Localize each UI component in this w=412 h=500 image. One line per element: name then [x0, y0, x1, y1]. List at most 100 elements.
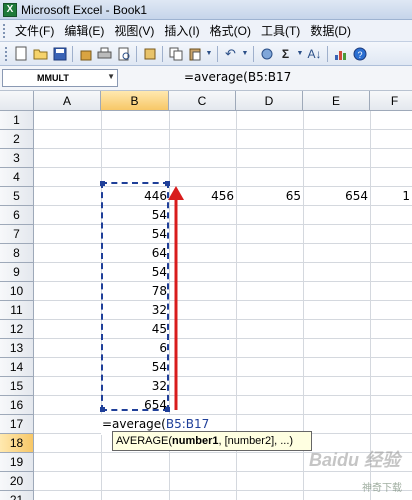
gridline — [34, 490, 412, 491]
toolbar-separator — [253, 45, 254, 62]
column-header-c[interactable]: C — [169, 91, 236, 111]
menu-grip[interactable] — [3, 23, 7, 38]
row-header-13[interactable]: 13 — [0, 339, 34, 358]
svg-text:?: ? — [357, 50, 362, 60]
gridline — [34, 300, 412, 301]
chevron-down-icon[interactable]: ▼ — [205, 45, 213, 62]
row-header-17[interactable]: 17 — [0, 415, 34, 434]
open-icon[interactable] — [32, 45, 49, 62]
gridline — [34, 167, 412, 168]
sort-icon[interactable]: A↓ — [306, 45, 323, 62]
row-header-3[interactable]: 3 — [0, 149, 34, 168]
chevron-down-icon[interactable]: ▼ — [107, 72, 115, 81]
tooltip-function[interactable]: AVERAGE( — [116, 435, 172, 447]
menu-tools[interactable]: 工具(T) — [256, 22, 305, 39]
row-header-2[interactable]: 2 — [0, 130, 34, 149]
menu-format[interactable]: 格式(O) — [205, 22, 256, 39]
menu-bar: 文件(F) 编辑(E) 视图(V) 插入(I) 格式(O) 工具(T) 数据(D… — [0, 20, 412, 42]
menu-view[interactable]: 视图(V) — [109, 22, 159, 39]
column-header-d[interactable]: D — [236, 91, 303, 111]
standard-toolbar: ▼ ↶ ▼ Σ ▼ A↓ ? — [0, 42, 412, 66]
menu-file[interactable]: 文件(F) — [10, 22, 59, 39]
row-header-15[interactable]: 15 — [0, 377, 34, 396]
editor-formula-prefix: =average( — [102, 417, 166, 431]
row-header-14[interactable]: 14 — [0, 358, 34, 377]
permission-icon[interactable] — [77, 45, 94, 62]
toolbar-grip[interactable] — [5, 46, 9, 61]
annotation-arrow-icon — [168, 186, 184, 410]
row-header-19[interactable]: 19 — [0, 453, 34, 472]
row-header-6[interactable]: 6 — [0, 206, 34, 225]
chevron-down-icon[interactable]: ▼ — [241, 45, 249, 62]
autosum-icon[interactable]: Σ — [277, 45, 294, 62]
print-preview-icon[interactable] — [115, 45, 132, 62]
research-icon[interactable] — [141, 45, 158, 62]
row-header-8[interactable]: 8 — [0, 244, 34, 263]
select-all-corner[interactable] — [0, 91, 34, 111]
gridline — [34, 319, 412, 320]
toolbar-separator — [162, 45, 163, 62]
autosum-label: Σ — [281, 46, 290, 61]
help-icon[interactable]: ? — [351, 45, 368, 62]
row-header-10[interactable]: 10 — [0, 282, 34, 301]
row-header-4[interactable]: 4 — [0, 168, 34, 187]
chevron-down-icon[interactable]: ▼ — [296, 45, 304, 62]
save-icon[interactable] — [51, 45, 68, 62]
row-header-12[interactable]: 12 — [0, 320, 34, 339]
row-header-9[interactable]: 9 — [0, 263, 34, 282]
row-header-11[interactable]: 11 — [0, 301, 34, 320]
formula-input[interactable]: =average(B5:B17 — [184, 69, 412, 87]
column-header-a[interactable]: A — [34, 91, 101, 111]
cell-f5[interactable]: 1 — [370, 187, 412, 206]
row-header-18[interactable]: 18 — [0, 434, 34, 453]
toolbar-separator — [217, 45, 218, 62]
excel-icon: X — [3, 2, 17, 17]
gridline — [34, 338, 412, 339]
row-header-5[interactable]: 5 — [0, 187, 34, 206]
column-header-b[interactable]: B — [101, 91, 169, 111]
toolbar-separator — [72, 45, 73, 62]
gridline — [34, 376, 412, 377]
row-header-1[interactable]: 1 — [0, 111, 34, 130]
range-selection-marquee — [100, 181, 170, 412]
selection-handle[interactable] — [100, 407, 105, 412]
undo-icon[interactable]: ↶ — [222, 45, 239, 62]
name-box-value: MMULT — [37, 73, 69, 83]
fx-icon[interactable] — [124, 70, 150, 86]
gridline — [34, 414, 412, 415]
name-box[interactable]: MMULT ▼ — [2, 69, 118, 87]
paste-icon[interactable] — [186, 45, 203, 62]
gridline — [34, 129, 412, 130]
gridline — [34, 148, 412, 149]
print-icon[interactable] — [96, 45, 113, 62]
gridline — [34, 357, 412, 358]
row-header-20[interactable]: 20 — [0, 472, 34, 491]
copy-icon[interactable] — [167, 45, 184, 62]
tooltip-arg1[interactable]: number1 — [172, 435, 218, 447]
tooltip-rest: , [number2], ...) — [218, 435, 294, 447]
formula-bar: MMULT ▼ =average(B5:B17 — [0, 66, 412, 91]
cell-e5[interactable]: 654 — [303, 187, 370, 206]
window-title: Microsoft Excel - Book1 — [21, 2, 148, 17]
selection-handle[interactable] — [100, 181, 105, 186]
toolbar-separator — [327, 45, 328, 62]
row-header-21[interactable]: 21 — [0, 491, 34, 500]
menu-insert[interactable]: 插入(I) — [159, 22, 204, 39]
gridline — [34, 224, 412, 225]
title-bar: X Microsoft Excel - Book1 — [0, 0, 412, 20]
column-header-f[interactable]: F — [370, 91, 412, 111]
chart-icon[interactable] — [332, 45, 349, 62]
gridline — [34, 243, 412, 244]
column-header-e[interactable]: E — [303, 91, 370, 111]
new-icon[interactable] — [13, 45, 30, 62]
menu-data[interactable]: 数据(D) — [305, 22, 356, 39]
menu-edit[interactable]: 编辑(E) — [59, 22, 109, 39]
row-header-16[interactable]: 16 — [0, 396, 34, 415]
hyperlink-icon[interactable] — [258, 45, 275, 62]
editor-range-ref: B5:B17 — [165, 417, 210, 431]
gridline — [34, 262, 412, 263]
function-arguments-tooltip: AVERAGE(number1, [number2], ...) — [112, 431, 312, 451]
gridline — [34, 395, 412, 396]
row-header-7[interactable]: 7 — [0, 225, 34, 244]
cell-d5[interactable]: 65 — [236, 187, 303, 206]
